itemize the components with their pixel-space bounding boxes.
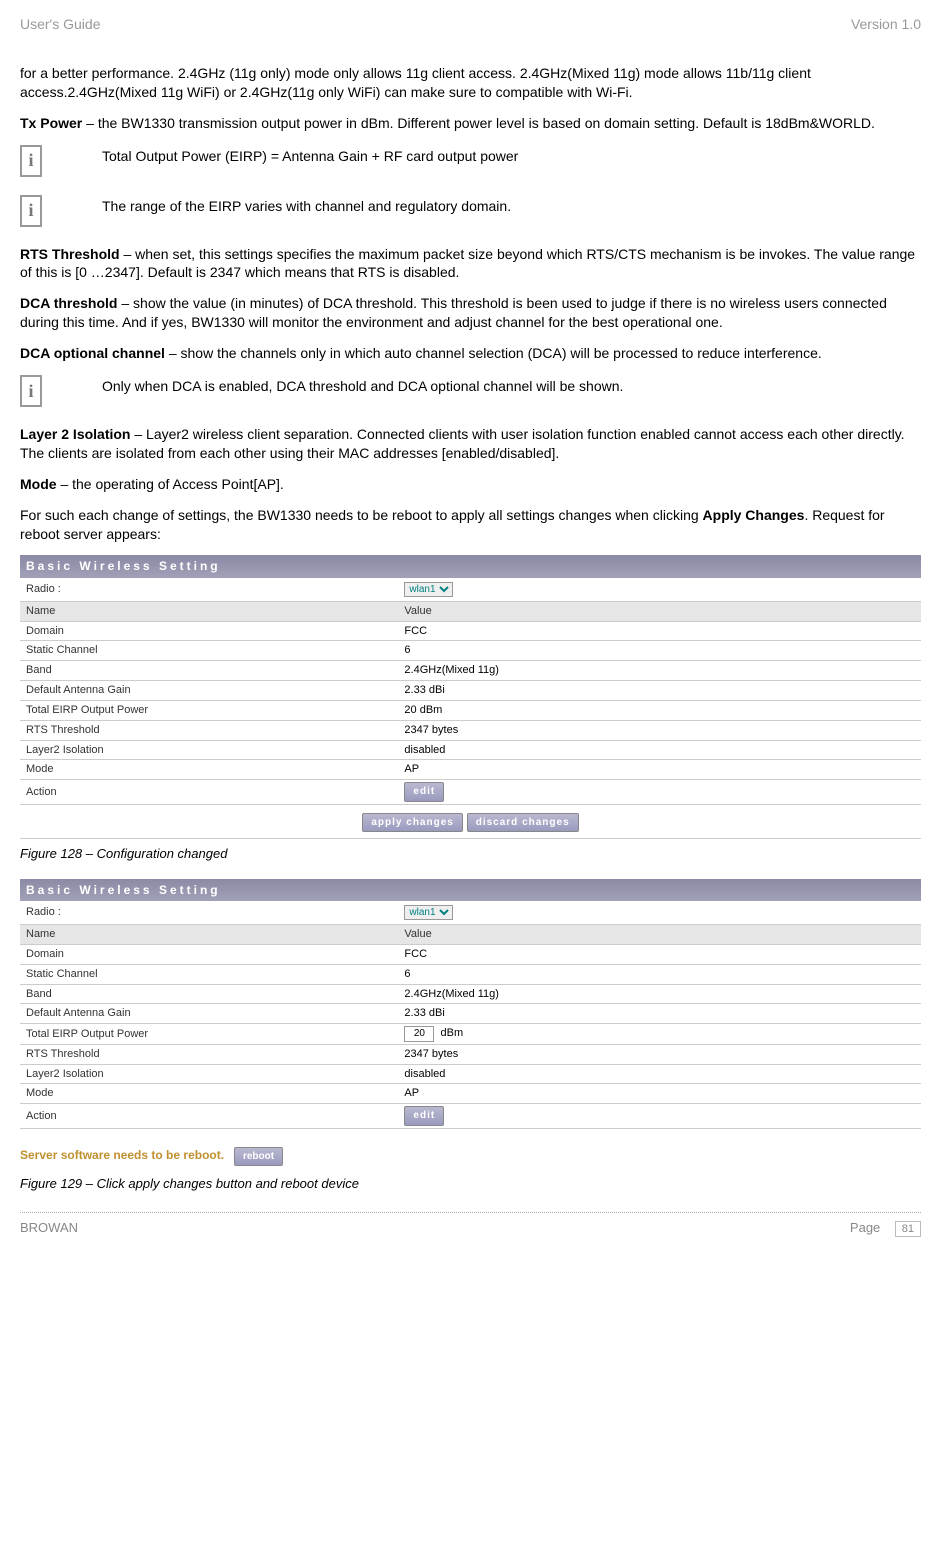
info-icon: i: [20, 195, 42, 227]
footer-page-number: 81: [895, 1221, 921, 1237]
col-value: Value: [398, 601, 921, 621]
info-eirp-text: Total Output Power (EIRP) = Antenna Gain…: [102, 145, 921, 166]
dca-optional-label: DCA optional channel: [20, 345, 165, 361]
rts-text: – when set, this settings specifies the …: [20, 246, 915, 281]
layer2-label: Layer 2 Isolation: [20, 426, 130, 442]
edit-button[interactable]: edit: [404, 1106, 444, 1126]
table-row: Static Channel6: [20, 641, 921, 661]
discard-changes-button[interactable]: discard changes: [467, 813, 579, 833]
server-reboot-text: Server software needs to be reboot.: [20, 1147, 224, 1163]
eirp-power-input[interactable]: 20: [404, 1026, 434, 1042]
basic-wireless-setting-panel-1: Basic Wireless Setting Radio : wlan1 Nam…: [20, 555, 921, 839]
panel-title: Basic Wireless Setting: [20, 879, 921, 901]
dca-optional-para: DCA optional channel – show the channels…: [20, 344, 921, 363]
info-icon: i: [20, 375, 42, 407]
table-row: Layer2 Isolationdisabled: [20, 1064, 921, 1084]
apply-changes-bold: Apply Changes: [703, 507, 805, 523]
footer-page-label: Page: [850, 1220, 880, 1235]
table-row: Total EIRP Output Power20 dBm: [20, 700, 921, 720]
table-row: Total EIRP Output Power 20 dBm: [20, 1024, 921, 1045]
table-row: DomainFCC: [20, 621, 921, 641]
rts-para: RTS Threshold – when set, this settings …: [20, 245, 921, 283]
radio-select[interactable]: wlan1: [404, 582, 453, 597]
info-range-text: The range of the EIRP varies with channe…: [102, 195, 921, 216]
tx-power-para: Tx Power – the BW1330 transmission outpu…: [20, 114, 921, 133]
dca-threshold-para: DCA threshold – show the value (in minut…: [20, 294, 921, 332]
intro-paragraph: for a better performance. 2.4GHz (11g on…: [20, 64, 921, 102]
mode-text: – the operating of Access Point[AP].: [57, 476, 284, 492]
table-row: RTS Threshold2347 bytes: [20, 720, 921, 740]
action-label: Action: [20, 1104, 398, 1129]
table-row: ModeAP: [20, 1084, 921, 1104]
table-row: Action edit: [20, 1104, 921, 1129]
mode-para: Mode – the operating of Access Point[AP]…: [20, 475, 921, 494]
tx-power-text: – the BW1330 transmission output power i…: [82, 115, 875, 131]
figure-128-caption: Figure 128 – Configuration changed: [20, 845, 921, 863]
rts-label: RTS Threshold: [20, 246, 120, 262]
header-right: Version 1.0: [851, 15, 921, 34]
table-row: Layer2 Isolationdisabled: [20, 740, 921, 760]
table-row: Band2.4GHz(Mixed 11g): [20, 661, 921, 681]
table-row: Default Antenna Gain2.33 dBi: [20, 1004, 921, 1024]
table-row: Band2.4GHz(Mixed 11g): [20, 984, 921, 1004]
eirp-power-unit: dBm: [441, 1027, 464, 1039]
col-name: Name: [20, 924, 398, 944]
table-row: Static Channel6: [20, 964, 921, 984]
reboot-button[interactable]: reboot: [234, 1147, 283, 1167]
mode-label: Mode: [20, 476, 57, 492]
reboot-para-1: For such each change of settings, the BW…: [20, 507, 703, 523]
footer-brand: BROWAN: [20, 1219, 78, 1237]
table-row: ModeAP: [20, 760, 921, 780]
header-left: User's Guide: [20, 15, 100, 34]
reboot-para: For such each change of settings, the BW…: [20, 506, 921, 544]
dca-threshold-text: – show the value (in minutes) of DCA thr…: [20, 295, 887, 330]
dca-threshold-label: DCA threshold: [20, 295, 117, 311]
table-row: Default Antenna Gain2.33 dBi: [20, 681, 921, 701]
dca-optional-text: – show the channels only in which auto c…: [165, 345, 822, 361]
basic-wireless-setting-panel-2: Basic Wireless Setting Radio : wlan1 Nam…: [20, 879, 921, 1169]
layer2-text: – Layer2 wireless client separation. Con…: [20, 426, 905, 461]
col-value: Value: [398, 924, 921, 944]
radio-select[interactable]: wlan1: [404, 905, 453, 920]
table-row: Action edit: [20, 780, 921, 805]
radio-label: Radio :: [20, 901, 398, 925]
col-name: Name: [20, 601, 398, 621]
radio-label: Radio :: [20, 578, 398, 602]
edit-button[interactable]: edit: [404, 782, 444, 802]
figure-129-caption: Figure 129 – Click apply changes button …: [20, 1175, 921, 1193]
info-dca-text: Only when DCA is enabled, DCA threshold …: [102, 375, 921, 396]
tx-power-label: Tx Power: [20, 115, 82, 131]
table-row: RTS Threshold2347 bytes: [20, 1044, 921, 1064]
action-label: Action: [20, 780, 398, 805]
apply-changes-button[interactable]: apply changes: [362, 813, 462, 833]
table-row: DomainFCC: [20, 944, 921, 964]
info-icon: i: [20, 145, 42, 177]
panel-title: Basic Wireless Setting: [20, 555, 921, 577]
layer2-para: Layer 2 Isolation – Layer2 wireless clie…: [20, 425, 921, 463]
